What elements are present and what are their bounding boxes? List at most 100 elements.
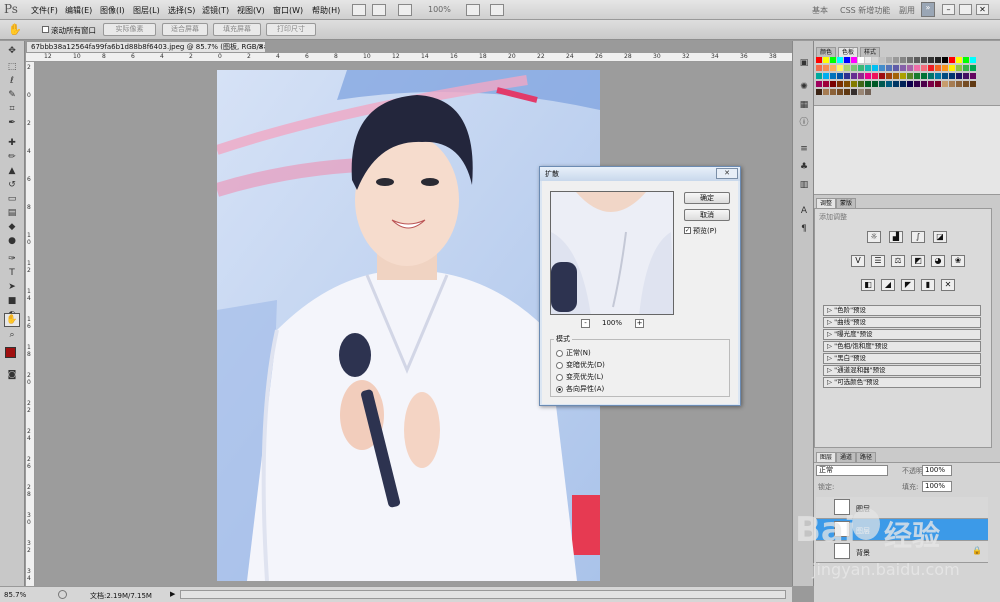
hand-tool-icon-active[interactable]: ✋ xyxy=(4,313,20,327)
clone-source-icon[interactable]: ♣ xyxy=(797,161,811,173)
bridge-icon[interactable] xyxy=(352,4,366,16)
color-swatch[interactable] xyxy=(830,65,836,71)
vibrance-icon[interactable]: V xyxy=(851,255,865,267)
color-swatch[interactable] xyxy=(963,73,969,79)
dodge-tool-icon[interactable]: ● xyxy=(5,235,19,247)
tab-paths[interactable]: 路径 xyxy=(856,452,877,462)
status-menu-arrow-icon[interactable]: ▶ xyxy=(170,590,175,598)
actual-pixels-button[interactable]: 实际像素 xyxy=(103,23,156,36)
move-tool-icon[interactable]: ✥ xyxy=(5,45,19,57)
tab-styles[interactable]: 样式 xyxy=(860,47,881,57)
status-zoom[interactable]: 85.7% xyxy=(4,591,26,599)
color-swatch[interactable] xyxy=(816,73,822,79)
color-swatch[interactable] xyxy=(970,65,976,71)
brush-tool-icon[interactable]: ✏ xyxy=(5,151,19,163)
color-swatch[interactable] xyxy=(879,81,885,87)
mode-anisotropic-radio[interactable]: 各向异性(A) xyxy=(556,384,604,394)
color-swatch[interactable] xyxy=(851,73,857,79)
color-swatch[interactable] xyxy=(851,89,857,95)
color-swatch[interactable] xyxy=(837,57,843,63)
color-swatch[interactable] xyxy=(872,65,878,71)
character-panel-icon[interactable]: A xyxy=(797,205,811,217)
menu-window[interactable]: 窗口(W) xyxy=(273,5,303,16)
fill-input[interactable]: 100% xyxy=(922,481,952,492)
preset-curves[interactable]: ▷ "曲线"预设 xyxy=(823,317,981,328)
color-swatch[interactable] xyxy=(872,81,878,87)
color-swatch[interactable] xyxy=(914,65,920,71)
zoom-level[interactable]: 100% xyxy=(428,5,451,14)
selective-color-icon[interactable]: ✕ xyxy=(941,279,955,291)
menu-edit[interactable]: 编辑(E) xyxy=(65,5,92,16)
color-swatch[interactable] xyxy=(935,73,941,79)
ok-button[interactable]: 确定 xyxy=(684,192,730,204)
color-swatch[interactable] xyxy=(942,81,948,87)
color-swatch[interactable] xyxy=(907,65,913,71)
color-swatch[interactable] xyxy=(837,89,843,95)
scroll-all-checkbox[interactable] xyxy=(42,26,49,33)
exposure-icon[interactable]: ◪ xyxy=(933,231,947,243)
blend-mode-select[interactable]: 正常 xyxy=(816,465,888,476)
filter-preview[interactable] xyxy=(550,191,674,315)
color-swatch[interactable] xyxy=(830,89,836,95)
shape-tool-icon[interactable]: ■ xyxy=(5,295,19,307)
color-swatch[interactable] xyxy=(830,81,836,87)
color-swatch[interactable] xyxy=(858,81,864,87)
swatch-grid[interactable] xyxy=(816,57,986,103)
color-swatch[interactable] xyxy=(956,57,962,63)
color-swatch[interactable] xyxy=(830,73,836,79)
menu-view[interactable]: 视图(V) xyxy=(237,5,265,16)
color-swatch[interactable] xyxy=(970,81,976,87)
color-swatch[interactable] xyxy=(907,73,913,79)
zoom-out-button[interactable]: - xyxy=(581,319,590,328)
color-swatch[interactable] xyxy=(837,73,843,79)
status-info-icon[interactable] xyxy=(58,590,67,599)
color-swatch[interactable] xyxy=(844,89,850,95)
document-tab[interactable]: 67bbb38a12564fa99fa6b1d88b8f6403.jpeg @ … xyxy=(26,41,266,53)
fill-screen-button[interactable]: 填充屏幕 xyxy=(213,23,261,36)
color-swatch[interactable] xyxy=(879,57,885,63)
tool-presets-icon[interactable]: ▥ xyxy=(797,179,811,191)
color-swatch[interactable] xyxy=(858,65,864,71)
color-swatch[interactable] xyxy=(893,57,899,63)
color-swatch[interactable] xyxy=(872,73,878,79)
workspace-css[interactable]: CSS 新增功能 xyxy=(840,5,890,16)
tab-adjustments[interactable]: 调整 xyxy=(816,198,837,208)
color-swatch[interactable] xyxy=(837,81,843,87)
preset-black-white[interactable]: ▷ "黑白"预设 xyxy=(823,353,981,364)
color-swatch[interactable] xyxy=(942,57,948,63)
foreground-color-swatch[interactable] xyxy=(5,347,16,358)
black-white-icon[interactable]: ◩ xyxy=(911,255,925,267)
color-swatch[interactable] xyxy=(893,65,899,71)
mode-darken-radio[interactable]: 变暗优先(D) xyxy=(556,360,605,370)
menu-layer[interactable]: 图层(L) xyxy=(133,5,160,16)
color-swatch[interactable] xyxy=(935,57,941,63)
mode-lighten-radio[interactable]: 变亮优先(L) xyxy=(556,372,603,382)
color-swatch[interactable] xyxy=(879,73,885,79)
color-swatch[interactable] xyxy=(886,57,892,63)
workspace-basic[interactable]: 基本 xyxy=(812,5,828,16)
print-size-button[interactable]: 打印尺寸 xyxy=(266,23,316,36)
color-swatch[interactable] xyxy=(823,65,829,71)
tab-channels[interactable]: 通道 xyxy=(836,452,857,462)
color-swatch[interactable] xyxy=(851,65,857,71)
color-swatch[interactable] xyxy=(956,65,962,71)
color-swatch[interactable] xyxy=(858,73,864,79)
color-swatch[interactable] xyxy=(816,65,822,71)
hue-sat-icon[interactable]: ☰ xyxy=(871,255,885,267)
minimize-icon[interactable]: – xyxy=(942,4,955,15)
brightness-icon[interactable]: ☼ xyxy=(867,231,881,243)
menu-image[interactable]: 图像(I) xyxy=(100,5,125,16)
preview-checkbox[interactable]: ✓ xyxy=(684,227,691,234)
pen-tool-icon[interactable]: ✑ xyxy=(5,253,19,265)
color-swatch[interactable] xyxy=(914,81,920,87)
workspace-more-icon[interactable]: » xyxy=(921,2,935,17)
curves-icon[interactable]: ∫ xyxy=(911,231,925,243)
preset-channel-mixer[interactable]: ▷ "通道混和器"预设 xyxy=(823,365,981,376)
color-swatch[interactable] xyxy=(963,81,969,87)
actions-panel-icon[interactable]: ✺ xyxy=(797,81,811,93)
workspace-other[interactable]: 副用 xyxy=(899,5,915,16)
color-swatch[interactable] xyxy=(942,73,948,79)
invert-icon[interactable]: ◧ xyxy=(861,279,875,291)
color-swatch[interactable] xyxy=(900,57,906,63)
marquee-tool-icon[interactable]: ⬚ xyxy=(5,61,19,73)
